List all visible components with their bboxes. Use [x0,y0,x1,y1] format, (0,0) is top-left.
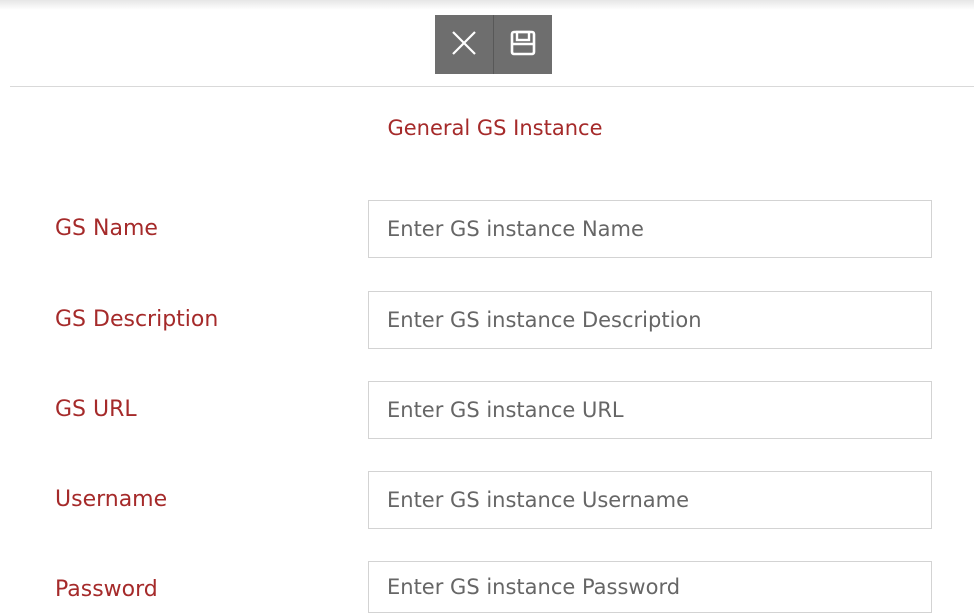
gs-name-label: GS Name [55,216,158,241]
password-label: Password [55,577,158,602]
gs-description-label: GS Description [55,307,219,332]
gs-description-input[interactable] [368,291,932,349]
action-toolbar [435,15,552,74]
username-input[interactable] [368,471,932,529]
gs-url-label: GS URL [55,397,137,422]
close-icon [450,29,478,61]
top-shadow [0,0,974,10]
save-button[interactable] [493,15,552,74]
gs-name-input[interactable] [368,200,932,258]
password-input[interactable] [368,561,932,613]
form-title: General GS Instance [387,116,603,140]
floppy-save-icon [510,30,536,60]
close-button[interactable] [435,15,493,74]
gs-instance-form-page: General GS Instance GS Name GS Descripti… [0,0,974,613]
header-divider [10,86,974,87]
username-label: Username [55,487,168,512]
gs-url-input[interactable] [368,381,932,439]
